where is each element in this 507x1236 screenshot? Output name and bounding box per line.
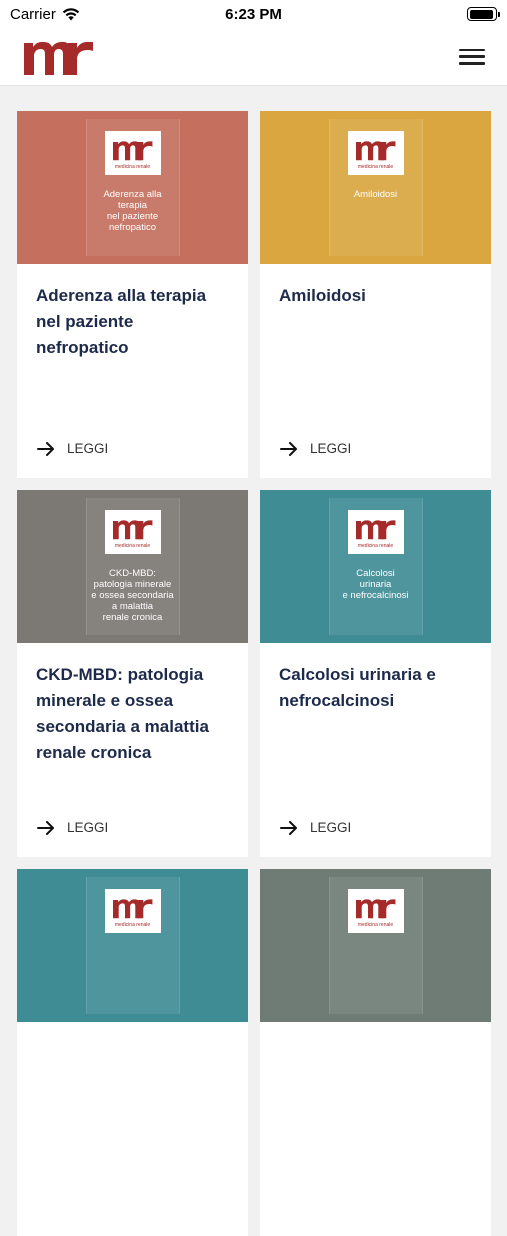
carrier-label: Carrier: [10, 5, 56, 23]
card-cover-image[interactable]: medicina renale: [260, 869, 491, 1022]
cover-booklet: medicina renale Calcolosi urinaria e nef…: [328, 490, 423, 643]
cover-logo-mark: [112, 140, 152, 160]
card-cover-image[interactable]: medicina renale CKD-MBD: patologia miner…: [17, 490, 248, 643]
card-cover-image[interactable]: medicina renale Calcolosi urinaria e nef…: [260, 490, 491, 643]
status-bar: Carrier 6:23 PM: [0, 0, 507, 28]
read-button[interactable]: LEGGI: [37, 441, 108, 456]
cover-logo-text: medicina renale: [357, 921, 394, 928]
logo-icon: [24, 41, 93, 75]
read-button[interactable]: LEGGI: [280, 441, 351, 456]
cover-logo-icon: medicina renale: [104, 131, 161, 175]
hamburger-menu-icon[interactable]: [459, 47, 485, 67]
article-card[interactable]: medicina renale Calcolosi urinaria e nef…: [260, 490, 491, 857]
battery-fill: [469, 9, 494, 19]
cover-logo-text: medicina renale: [357, 163, 394, 170]
cover-logo-mark: [112, 898, 152, 918]
article-card[interactable]: medicina renale: [17, 869, 248, 1236]
cover-logo-icon: medicina renale: [347, 510, 404, 554]
app-header: [0, 28, 507, 86]
read-button[interactable]: LEGGI: [37, 820, 108, 835]
cover-booklet: medicina renale CKD-MBD: patologia miner…: [85, 490, 180, 643]
cover-logo-text: medicina renale: [114, 163, 151, 170]
cover-logo-text: medicina renale: [114, 921, 151, 928]
card-title[interactable]: Aderenza alla terapia nel paziente nefro…: [36, 283, 229, 361]
article-card[interactable]: medicina renale CKD-MBD: patologia miner…: [17, 490, 248, 857]
cover-logo-icon: medicina renale: [104, 510, 161, 554]
cover-logo-mark: [355, 898, 395, 918]
hamburger-line: [459, 55, 485, 58]
card-title[interactable]: CKD-MBD: patologia minerale e ossea seco…: [36, 662, 229, 766]
card-title[interactable]: Amiloidosi: [279, 283, 472, 309]
cover-logo-text: medicina renale: [114, 542, 151, 549]
cover-logo-icon: medicina renale: [347, 889, 404, 933]
arrow-right-icon: [280, 820, 297, 835]
cover-logo-icon: medicina renale: [347, 131, 404, 175]
battery-icon: [467, 7, 500, 21]
medicina-renale-logo[interactable]: [24, 38, 94, 76]
arrow-right-icon: [280, 441, 297, 456]
arrow-right-icon: [37, 441, 54, 456]
card-cover-image[interactable]: medicina renale: [17, 869, 248, 1022]
hamburger-line: [459, 62, 485, 65]
read-button[interactable]: LEGGI: [280, 820, 351, 835]
read-button-label: LEGGI: [67, 441, 109, 456]
cover-booklet: medicina renale: [85, 869, 180, 1022]
arrow-right-icon: [37, 820, 54, 835]
cover-title: Amiloidosi: [353, 189, 398, 200]
cover-title: Calcolosi urinaria e nefrocalcinosi: [342, 568, 409, 601]
card-title[interactable]: Calcolosi urinaria e nefrocalcinosi: [279, 662, 472, 714]
cover-booklet: medicina renale: [328, 869, 423, 1022]
cover-logo-icon: medicina renale: [104, 889, 161, 933]
cover-booklet: medicina renale Aderenza alla terapia ne…: [85, 111, 180, 264]
article-card[interactable]: medicina renale Amiloidosi Amiloidosi LE…: [260, 111, 491, 478]
article-card[interactable]: medicina renale Aderenza alla terapia ne…: [17, 111, 248, 478]
article-grid: medicina renale Aderenza alla terapia ne…: [17, 111, 491, 1236]
cover-logo-mark: [355, 519, 395, 539]
cover-title: CKD-MBD: patologia minerale e ossea seco…: [91, 568, 174, 623]
cover-logo-mark: [355, 140, 395, 160]
read-button-label: LEGGI: [310, 820, 352, 835]
hamburger-line: [459, 48, 485, 51]
read-button-label: LEGGI: [310, 441, 352, 456]
article-card[interactable]: medicina renale: [260, 869, 491, 1236]
cover-logo-mark: [112, 519, 152, 539]
card-cover-image[interactable]: medicina renale Amiloidosi: [260, 111, 491, 264]
wifi-icon: [62, 7, 80, 20]
cover-logo-text: medicina renale: [357, 542, 394, 549]
cover-booklet: medicina renale Amiloidosi: [328, 111, 423, 264]
cover-title: Aderenza alla terapia nel paziente nefro…: [103, 189, 162, 233]
card-cover-image[interactable]: medicina renale Aderenza alla terapia ne…: [17, 111, 248, 264]
read-button-label: LEGGI: [67, 820, 109, 835]
